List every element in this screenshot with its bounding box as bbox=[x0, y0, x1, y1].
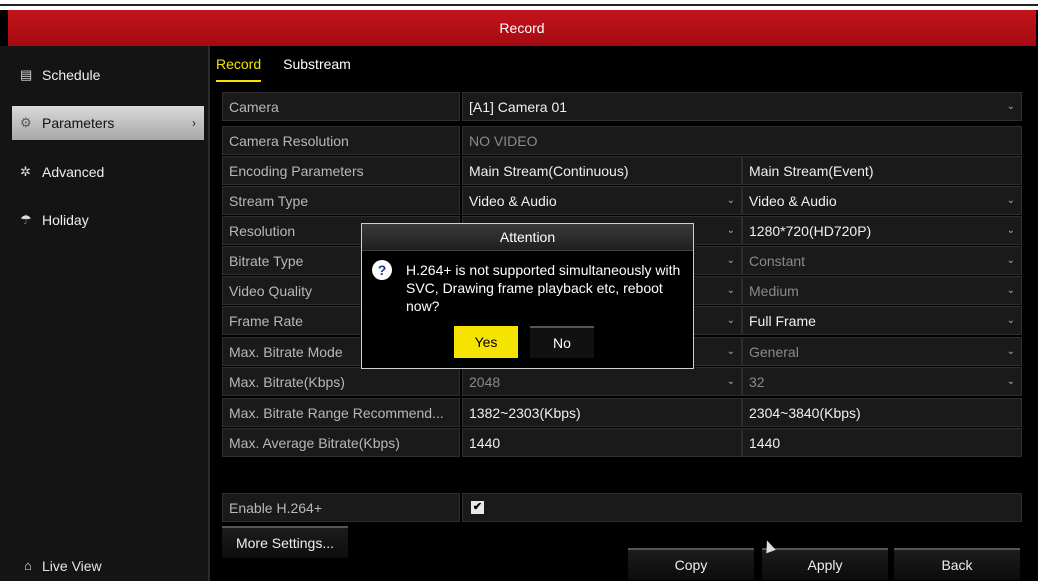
sidebar-item-label: Holiday bbox=[42, 212, 89, 228]
advanced-gear-icon: ✲ bbox=[20, 164, 31, 179]
window-title: Record bbox=[499, 20, 545, 36]
row-label: Max. Bitrate(Kbps) bbox=[222, 367, 460, 396]
back-button[interactable]: Back bbox=[894, 548, 1020, 580]
bitrate-range-main-value: 1382~2303(Kbps) bbox=[462, 398, 742, 427]
sidebar-item-schedule[interactable]: ▤ Schedule bbox=[12, 58, 204, 92]
stream-type-event-select[interactable]: Video & Audio ⌄ bbox=[742, 186, 1022, 215]
select-value: 32 bbox=[749, 373, 765, 390]
home-icon: ⌂ bbox=[24, 558, 32, 573]
select-value: 1280*720(HD720P) bbox=[749, 222, 872, 239]
max-bitrate-row: Max. Bitrate(Kbps) 2048 ⌄ 32 ⌄ bbox=[222, 367, 1022, 396]
tab-bar: Record Substream bbox=[216, 56, 351, 82]
stream-type-row: Stream Type Video & Audio ⌄ Video & Audi… bbox=[222, 186, 1022, 215]
chevron-down-icon: ⌄ bbox=[1006, 285, 1015, 296]
row-label: Camera bbox=[222, 92, 460, 121]
umbrella-icon: ☂ bbox=[20, 212, 32, 227]
dialog-message: H.264+ is not supported simultaneously w… bbox=[406, 262, 681, 314]
chevron-down-icon: ⌄ bbox=[726, 376, 735, 387]
bitrate-type-event-select[interactable]: Constant ⌄ bbox=[742, 246, 1022, 275]
calendar-icon: ▤ bbox=[20, 67, 33, 82]
tab-substream[interactable]: Substream bbox=[283, 56, 351, 82]
live-view-button[interactable]: ⌂ Live View bbox=[0, 550, 208, 581]
select-value: Medium bbox=[749, 282, 799, 299]
chevron-down-icon: ⌄ bbox=[1006, 195, 1015, 206]
camera-select[interactable]: [A1] Camera 01 ⌄ bbox=[462, 92, 1022, 121]
frame-rate-event-select[interactable]: Full Frame ⌄ bbox=[742, 306, 1022, 335]
dialog-yes-button[interactable]: Yes bbox=[454, 326, 518, 358]
enable-h264-checkbox[interactable]: ✔ bbox=[471, 501, 484, 514]
row-label: Encoding Parameters bbox=[222, 156, 460, 185]
main-stream-event-header: Main Stream(Event) bbox=[742, 156, 1022, 185]
gear-icon: ⚙ bbox=[20, 115, 32, 130]
select-value: Video & Audio bbox=[749, 192, 837, 209]
bitrate-range-event-value: 2304~3840(Kbps) bbox=[742, 398, 1022, 427]
dialog-no-button[interactable]: No bbox=[530, 326, 594, 358]
row-label: Enable H.264+ bbox=[222, 493, 460, 522]
max-bitrate-range-row: Max. Bitrate Range Recommend... 1382~230… bbox=[222, 398, 1022, 427]
top-border bbox=[0, 0, 1038, 10]
chevron-down-icon: ⌄ bbox=[726, 225, 735, 236]
sidebar-item-label: Schedule bbox=[42, 67, 101, 83]
chevron-down-icon: ⌄ bbox=[1006, 225, 1015, 236]
sidebar: ▤ Schedule ⚙ Parameters › ✲ Advanced ☂ H… bbox=[0, 46, 210, 581]
chevron-down-icon: ⌄ bbox=[1006, 255, 1015, 266]
chevron-down-icon: ⌄ bbox=[1006, 315, 1015, 326]
chevron-right-icon: › bbox=[192, 116, 196, 130]
camera-row: Camera [A1] Camera 01 ⌄ bbox=[222, 92, 1022, 121]
video-quality-event-select[interactable]: Medium ⌄ bbox=[742, 276, 1022, 305]
average-bitrate-main-input[interactable]: 1440 bbox=[462, 428, 742, 457]
row-label: Stream Type bbox=[222, 186, 460, 215]
row-label: Camera Resolution bbox=[222, 126, 460, 155]
average-bitrate-event-input[interactable]: 1440 bbox=[742, 428, 1022, 457]
select-value: 2048 bbox=[469, 373, 501, 390]
live-view-label: Live View bbox=[42, 557, 102, 574]
sidebar-item-holiday[interactable]: ☂ Holiday bbox=[12, 203, 204, 237]
tab-record[interactable]: Record bbox=[216, 56, 262, 82]
apply-button[interactable]: Apply bbox=[762, 548, 888, 580]
chevron-down-icon: ⌄ bbox=[726, 195, 735, 206]
encoding-parameters-row: Encoding Parameters Main Stream(Continuo… bbox=[222, 156, 1022, 185]
chevron-down-icon: ⌄ bbox=[1006, 346, 1015, 357]
row-label: Max. Bitrate Range Recommend... bbox=[222, 398, 460, 427]
chevron-down-icon: ⌄ bbox=[1006, 101, 1015, 112]
max-bitrate-main-select[interactable]: 2048 ⌄ bbox=[462, 367, 742, 396]
question-icon: ? bbox=[372, 260, 392, 280]
window-title-bar: Record bbox=[8, 10, 1036, 46]
stream-type-main-select[interactable]: Video & Audio ⌄ bbox=[462, 186, 742, 215]
dialog-title: Attention bbox=[362, 224, 693, 251]
enable-h264-row: Enable H.264+ ✔ bbox=[222, 493, 1022, 522]
sidebar-item-label: Advanced bbox=[42, 164, 105, 180]
main-stream-continuous-header: Main Stream(Continuous) bbox=[462, 156, 742, 185]
max-bitrate-mode-event-select[interactable]: General ⌄ bbox=[742, 337, 1022, 366]
chevron-down-icon: ⌄ bbox=[726, 255, 735, 266]
camera-resolution-value: NO VIDEO bbox=[462, 126, 1022, 155]
select-value: Video & Audio bbox=[469, 192, 557, 209]
max-average-bitrate-row: Max. Average Bitrate(Kbps) 1440 1440 bbox=[222, 428, 1022, 457]
select-value: General bbox=[749, 343, 799, 360]
more-settings-button[interactable]: More Settings... bbox=[222, 526, 348, 558]
attention-dialog: Attention ? H.264+ is not supported simu… bbox=[361, 223, 694, 369]
sidebar-item-parameters[interactable]: ⚙ Parameters › bbox=[12, 106, 204, 140]
max-bitrate-event-select[interactable]: 32 ⌄ bbox=[742, 367, 1022, 396]
chevron-down-icon: ⌄ bbox=[726, 285, 735, 296]
resolution-event-select[interactable]: 1280*720(HD720P) ⌄ bbox=[742, 216, 1022, 245]
sidebar-item-label: Parameters bbox=[42, 115, 115, 131]
chevron-down-icon: ⌄ bbox=[1006, 376, 1015, 387]
select-value: Constant bbox=[749, 252, 806, 269]
chevron-down-icon: ⌄ bbox=[726, 315, 735, 326]
camera-select-value: [A1] Camera 01 bbox=[469, 98, 568, 115]
sidebar-item-advanced[interactable]: ✲ Advanced bbox=[12, 155, 204, 189]
chevron-down-icon: ⌄ bbox=[726, 346, 735, 357]
copy-button[interactable]: Copy bbox=[628, 548, 754, 580]
enable-h264-cell: ✔ bbox=[462, 493, 1022, 522]
select-value: Full Frame bbox=[749, 312, 816, 329]
row-label: Max. Average Bitrate(Kbps) bbox=[222, 428, 460, 457]
camera-resolution-row: Camera Resolution NO VIDEO bbox=[222, 126, 1022, 155]
